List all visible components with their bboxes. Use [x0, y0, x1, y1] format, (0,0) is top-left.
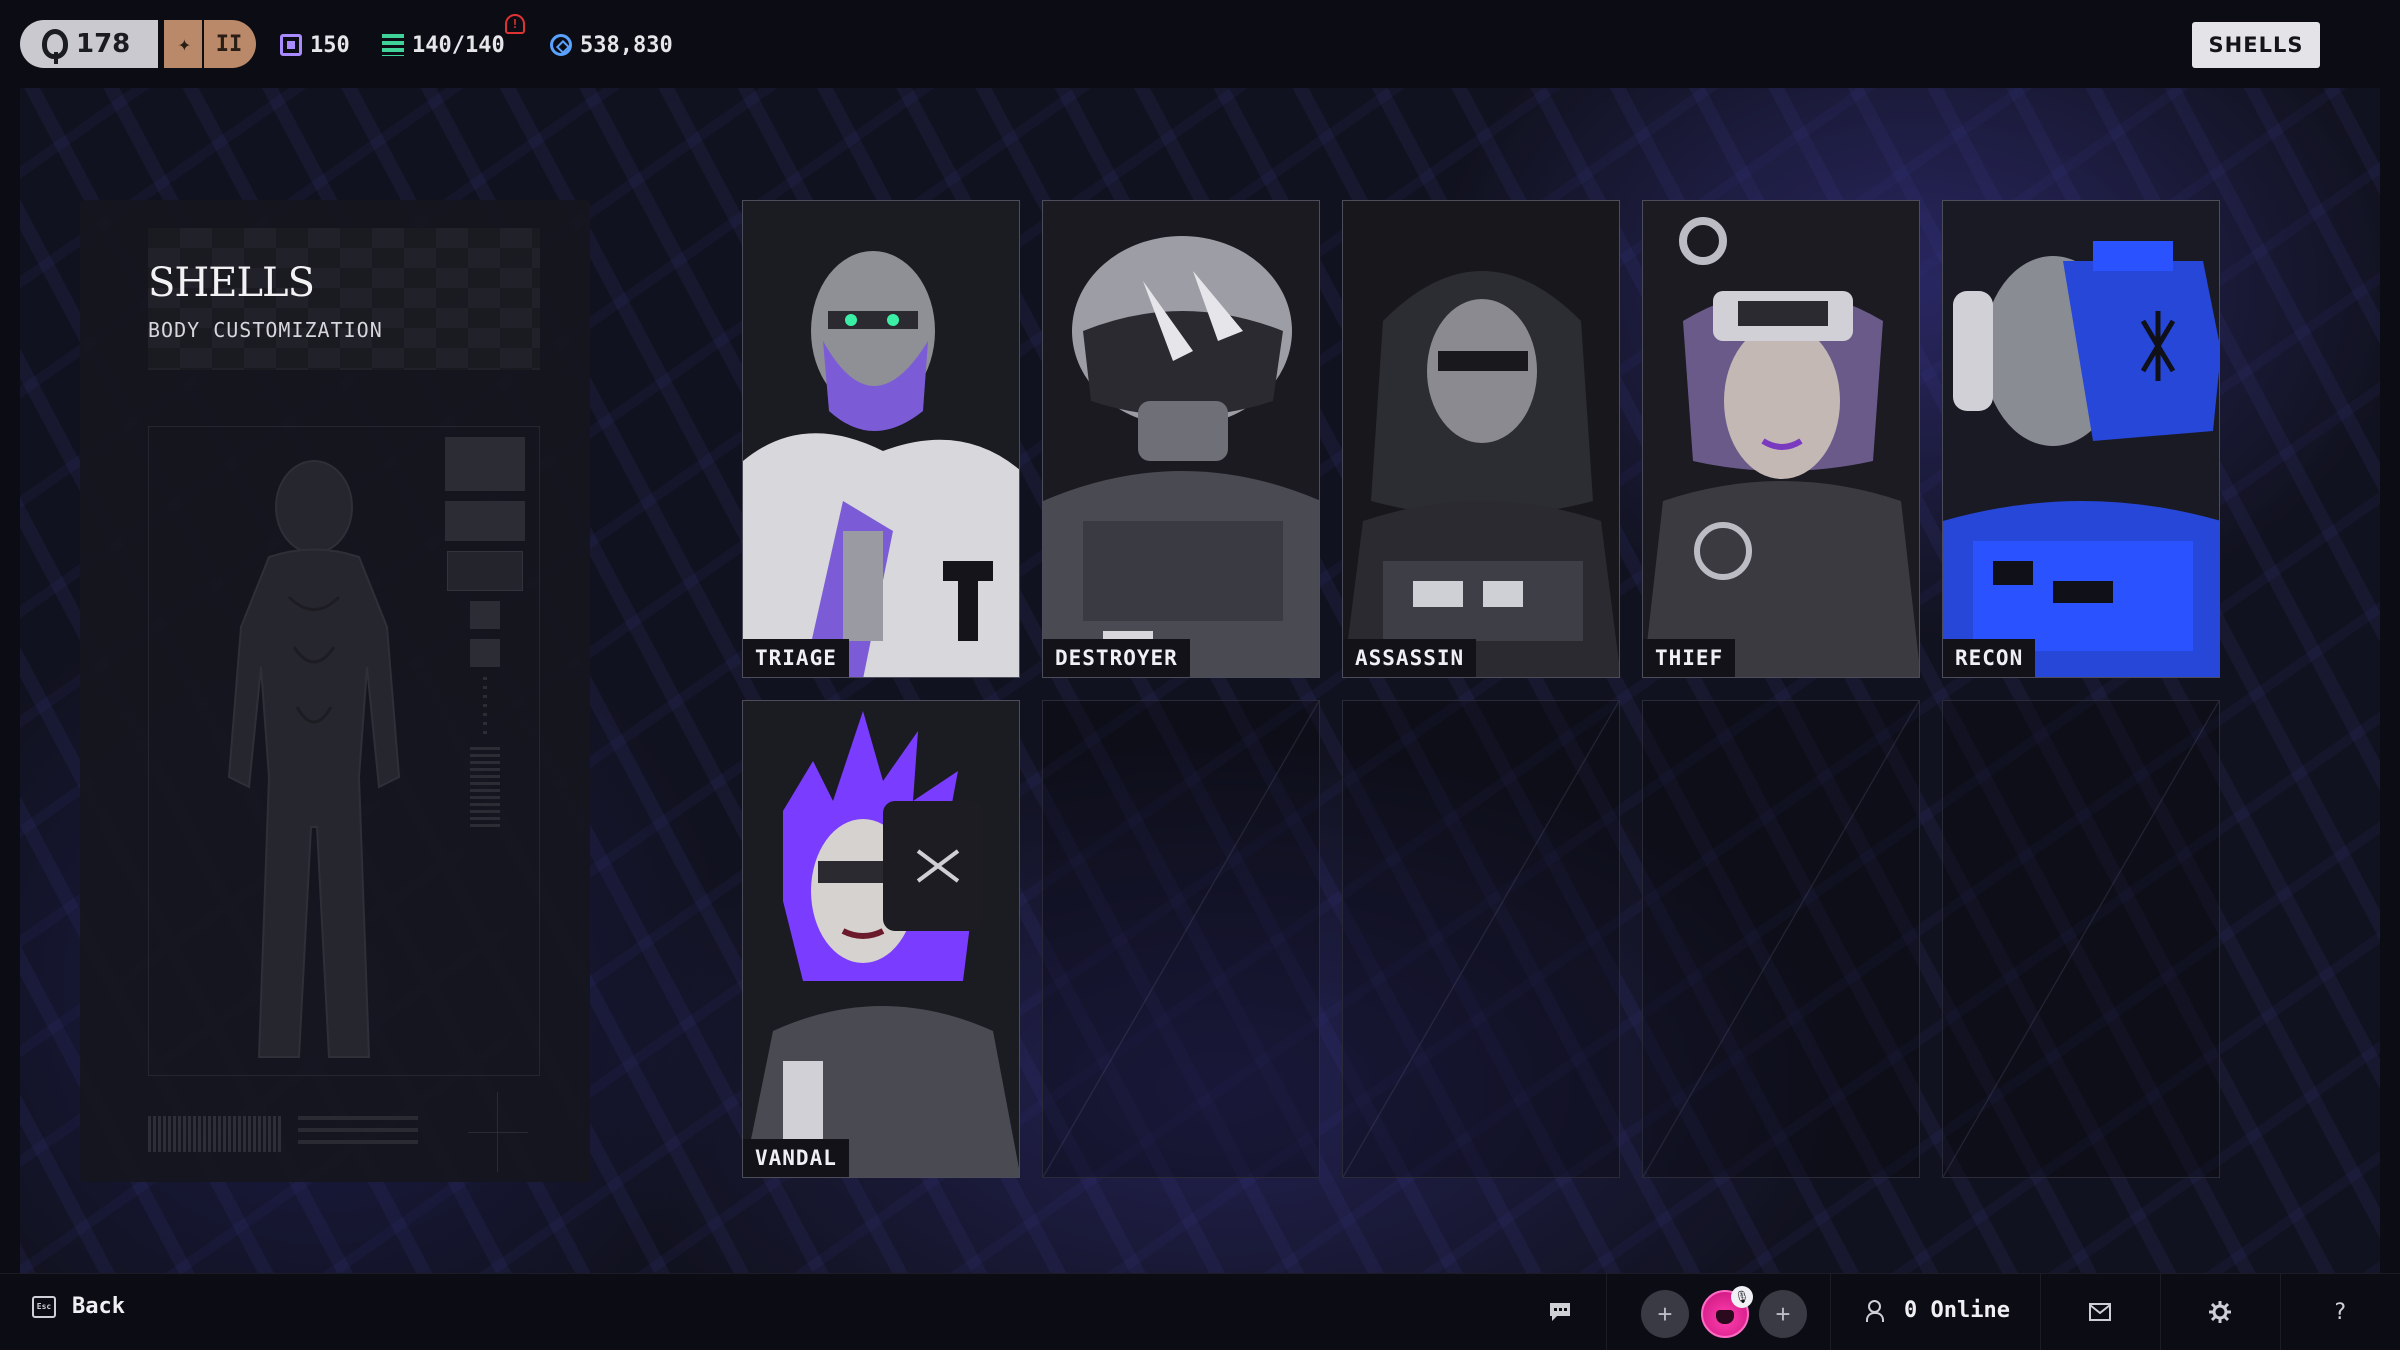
page-title: SHELLS [148, 260, 315, 306]
shell-card-empty-slot [1042, 700, 1320, 1178]
player-level-value: 178 [76, 29, 131, 59]
shell-info-panel: SHELLS BODY CUSTOMIZATION [80, 200, 590, 1182]
credit-value: 538,830 [580, 32, 673, 58]
party-invite-slot[interactable]: + [1641, 1290, 1689, 1338]
shell-card-recon[interactable]: RECON [1942, 200, 2220, 678]
recon-portrait [1943, 201, 2219, 677]
divider [2160, 1274, 2161, 1350]
capacity-counter[interactable]: 140/140 [382, 30, 505, 60]
online-friends[interactable]: 0 Online [1866, 1298, 2010, 1323]
player-emblem-icon [42, 29, 68, 64]
rank-numeral: II [215, 31, 243, 57]
stack-icon [382, 34, 404, 56]
shell-card-vandal[interactable]: VANDAL [742, 700, 1020, 1178]
shell-card-assassin[interactable]: ASSASSIN [1342, 200, 1620, 678]
schematic-glyphs [443, 437, 527, 857]
destroyer-portrait [1043, 201, 1319, 677]
shell-card-triage[interactable]: TRIAGE [742, 200, 1020, 678]
rank-divider [202, 20, 205, 68]
barcode-decoration [148, 1116, 282, 1152]
divider [2040, 1274, 2041, 1350]
esc-key-icon: Esc [32, 1295, 56, 1318]
divider [1606, 1274, 1607, 1350]
divider [2280, 1274, 2281, 1350]
microtext-decoration [298, 1116, 418, 1152]
shell-selection-stage: SHELLS BODY CUSTOMIZATION TRIAGE DESTROY… [20, 88, 2380, 1273]
party-invite-slot[interactable]: + [1759, 1290, 1807, 1338]
back-button[interactable]: Esc Back [32, 1294, 125, 1319]
shell-card-empty-slot [1342, 700, 1620, 1178]
rank-diamond-icon: ✦ [177, 31, 191, 57]
shell-name: THIEF [1643, 639, 1736, 677]
shell-card-empty-slot [1942, 700, 2220, 1178]
warning-icon[interactable]: ! [505, 14, 525, 34]
triage-portrait [743, 201, 1019, 677]
shell-name: TRIAGE [743, 639, 849, 677]
mail-icon[interactable] [2084, 1296, 2116, 1328]
body-schematic [148, 426, 540, 1076]
gear-icon[interactable] [2204, 1296, 2236, 1328]
shell-name: RECON [1943, 639, 2036, 677]
shell-name: VANDAL [743, 1139, 849, 1177]
thief-portrait [1643, 201, 1919, 677]
help-icon[interactable]: ? [2324, 1296, 2356, 1328]
friends-icon [1866, 1299, 1890, 1322]
shell-card-destroyer[interactable]: DESTROYER [1042, 200, 1320, 678]
shell-name: ASSASSIN [1343, 639, 1477, 677]
rank-badge[interactable]: ✦ II [164, 20, 256, 68]
online-count: 0 Online [1904, 1298, 2010, 1323]
shells-button[interactable]: SHELLS [2192, 22, 2320, 68]
credit-counter[interactable]: 538,830 [550, 30, 673, 60]
body-silhouette-icon [227, 460, 401, 1058]
player-level-badge[interactable]: 178 [20, 20, 158, 68]
token-icon [280, 34, 302, 56]
back-label: Back [72, 1294, 125, 1319]
divider [1830, 1274, 1831, 1350]
token-value: 150 [310, 32, 350, 58]
token-counter[interactable]: 150 [280, 30, 350, 60]
vandal-portrait [743, 701, 1019, 1177]
credit-icon [550, 34, 572, 56]
panel-footer-decoration [148, 1092, 540, 1172]
capacity-value: 140/140 [412, 32, 505, 58]
shell-card-thief[interactable]: THIEF [1642, 200, 1920, 678]
shell-card-empty-slot [1642, 700, 1920, 1178]
shell-name: DESTROYER [1043, 639, 1190, 677]
top-bar: 178 ✦ II 150 140/140 ! 538,830 SHELLS [0, 0, 2400, 88]
crosshair-decoration [468, 1092, 528, 1172]
bottom-bar: Esc Back + 🎙 + 0 Online ? [0, 1273, 2400, 1350]
microphone-icon[interactable]: 🎙 [1731, 1286, 1753, 1308]
assassin-portrait [1343, 201, 1619, 677]
chat-icon[interactable] [1544, 1296, 1576, 1328]
page-subtitle: BODY CUSTOMIZATION [148, 318, 383, 342]
